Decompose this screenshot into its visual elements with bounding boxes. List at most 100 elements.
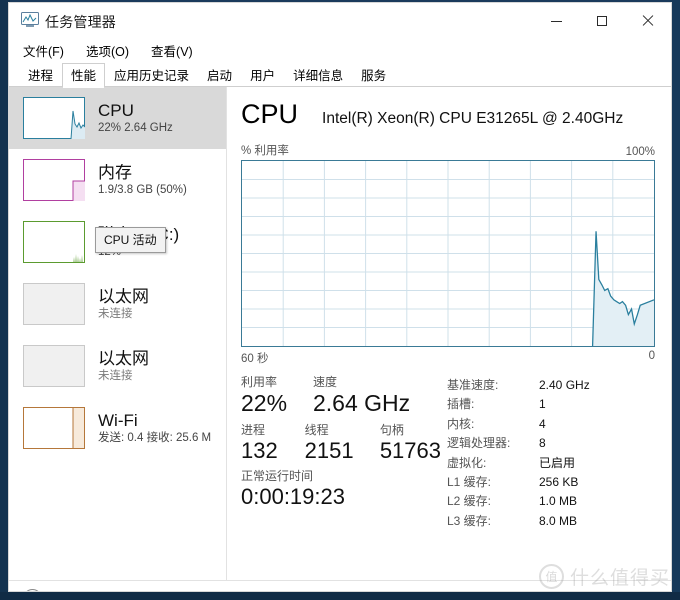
tab-startup[interactable]: 启动 [198,63,241,87]
close-button[interactable] [625,3,671,39]
sidebar-item-wifi[interactable]: Wi-Fi 发送: 0.4 接收: 25.6 M [9,397,226,459]
spec-row: 内核: 4 [447,415,655,434]
spec-base-speed-value: 2.40 GHz [539,378,590,392]
stat-speed-value: 2.64 GHz [313,390,411,417]
footer-divider [128,590,130,591]
fewer-details-label: 简略信息(D) [49,589,116,591]
spec-logical-processors-value: 8 [539,436,546,451]
maximize-button[interactable] [579,3,625,39]
fewer-details-button[interactable]: 简略信息(D) [23,589,116,591]
spec-row: 逻辑处理器: 8 [447,434,655,453]
title-bar: 任务管理器 [9,3,671,39]
ethernet-2-thumbnail-graph [23,345,85,387]
desktop-backdrop-bottom [0,592,680,600]
menu-bar: 文件(F) 选项(O) 查看(V) [9,39,671,61]
spec-logical-processors-label: 逻辑处理器: [447,436,511,451]
stats-specs: 基准速度: 2.40 GHz 插槽: 1 内核: 4 逻辑处理器: 8 虚拟化:… [447,376,655,531]
spec-l3-cache-label: L3 缓存: [447,513,492,528]
stats-row-utilization: 利用率 22% 速度 2.64 GHz [241,375,441,417]
spec-cores-label: 内核: [447,416,475,431]
page-title: CPU [241,99,299,129]
graph-y-max-label: 100% [625,146,655,158]
stat-utilization: 利用率 22% [241,375,313,417]
tab-processes[interactable]: 进程 [19,63,62,87]
spec-row: L3 缓存: 8.0 MB [447,512,655,531]
sidebar-memory-meta: 内存 1.9/3.8 GB (50%) [98,164,187,197]
graph-y-axis-label: % 利用率 [241,145,289,157]
spec-sockets-value: 1 [539,397,546,412]
cpu-graph-svg [242,161,654,346]
sidebar-ethernet-2-title: 以太网 [98,349,149,368]
stat-processes-label: 进程 [241,422,266,437]
sidebar-item-cpu[interactable]: CPU 22% 2.64 GHz [9,87,226,149]
sidebar-cpu-sub: 22% 2.64 GHz [98,121,173,134]
sidebar-item-ethernet-2[interactable]: 以太网 未连接 [9,335,226,397]
sidebar-wifi-meta: Wi-Fi 发送: 0.4 接收: 25.6 M [98,412,211,445]
spec-virtualization-value: 已启用 [539,455,576,470]
stat-threads-label: 线程 [304,422,329,437]
close-icon [642,15,654,27]
spec-row: L1 缓存: 256 KB [447,473,655,492]
sidebar-ethernet-2-sub: 未连接 [98,369,133,382]
menu-options[interactable]: 选项(O) [84,40,131,61]
tab-performance[interactable]: 性能 [62,63,106,88]
window-controls [533,3,671,39]
graph-time-left: 60 秒 [241,353,269,365]
tab-app-history[interactable]: 应用历史记录 [105,63,198,87]
chevron-up-icon [23,589,42,591]
stat-speed: 速度 2.64 GHz [313,375,411,417]
tab-details[interactable]: 详细信息 [284,63,352,87]
menu-view[interactable]: 查看(V) [149,40,195,61]
cpu-model-label: Intel(R) Xeon(R) CPU E31265L @ 2.40GHz [322,110,624,127]
sidebar-memory-sub: 1.9/3.8 GB (50%) [98,183,187,196]
task-manager-window: 任务管理器 文件(F) 选项(O) 查看(V) 进程 性能 应用历史记录 启动 … [8,2,672,592]
sidebar-ethernet-1-title: 以太网 [98,287,149,306]
stat-uptime: 正常运行时间 0:00:19:23 [241,469,345,510]
spec-l2-cache-label: L2 缓存: [447,494,492,509]
screen: 任务管理器 文件(F) 选项(O) 查看(V) 进程 性能 应用历史记录 启动 … [0,0,680,600]
minimize-icon [550,20,562,22]
minimize-button[interactable] [533,3,579,39]
stat-threads-value: 2151 [304,437,354,463]
window-title: 任务管理器 [45,14,116,30]
ethernet-1-thumbnail-graph [23,283,85,325]
stats-row-uptime: 正常运行时间 0:00:19:23 [241,469,441,510]
tab-services[interactable]: 服务 [352,63,395,87]
panel-header: CPU Intel(R) Xeon(R) CPU E31265L @ 2.40G… [241,101,655,128]
wifi-thumbnail-graph [23,407,85,449]
sidebar-item-ethernet-1[interactable]: 以太网 未连接 [9,273,226,335]
sidebar-wifi-title: Wi-Fi [98,411,138,430]
tab-bar: 进程 性能 应用历史记录 启动 用户 详细信息 服务 [9,61,671,88]
stat-processes: 进程 132 [241,422,305,463]
sidebar-cpu-meta: CPU 22% 2.64 GHz [98,102,173,135]
status-bar: 简略信息(D) 打开资源监视器 [9,580,671,592]
stat-handles-label: 句柄 [379,422,404,437]
cpu-activity-tooltip: CPU 活动 [95,227,166,253]
graph-time-right: 0 [648,350,655,362]
sidebar-cpu-title: CPU [98,101,134,120]
sidebar-ethernet-1-meta: 以太网 未连接 [98,288,149,321]
maximize-icon [597,16,607,26]
sidebar-item-memory[interactable]: 内存 1.9/3.8 GB (50%) [9,149,226,211]
open-resource-monitor-link[interactable]: 打开资源监视器 [141,589,251,592]
content-area: CPU 22% 2.64 GHz 内存 1.9/3.8 GB (50%) 以太网… [9,87,671,580]
spec-row: 插槽: 1 [447,395,655,414]
graph-time-labels: 60 秒 0 [241,350,655,366]
stat-uptime-value: 0:00:19:23 [241,484,345,510]
tab-users[interactable]: 用户 [241,63,284,87]
resource-monitor-icon [141,591,156,592]
sidebar-ethernet-1-sub: 未连接 [98,307,133,320]
stat-uptime-label: 正常运行时间 [241,469,314,484]
stat-utilization-label: 利用率 [241,375,278,389]
resource-sidebar: CPU 22% 2.64 GHz 内存 1.9/3.8 GB (50%) 以太网… [9,87,227,580]
task-manager-icon [21,12,39,28]
menu-file[interactable]: 文件(F) [21,40,66,61]
graph-axis-labels: % 利用率 100% [241,142,655,158]
cpu-thumbnail-graph [23,97,85,139]
spec-row: 虚拟化: 已启用 [447,454,655,473]
stat-handles-value: 51763 [379,437,441,463]
stat-threads: 线程 2151 [304,422,380,463]
sidebar-ethernet-2-meta: 以太网 未连接 [98,350,149,383]
stats-area: 利用率 22% 速度 2.64 GHz 进程 132 线程 2151 句柄 51… [241,375,655,531]
spec-base-speed-label: 基准速度: [447,378,499,392]
